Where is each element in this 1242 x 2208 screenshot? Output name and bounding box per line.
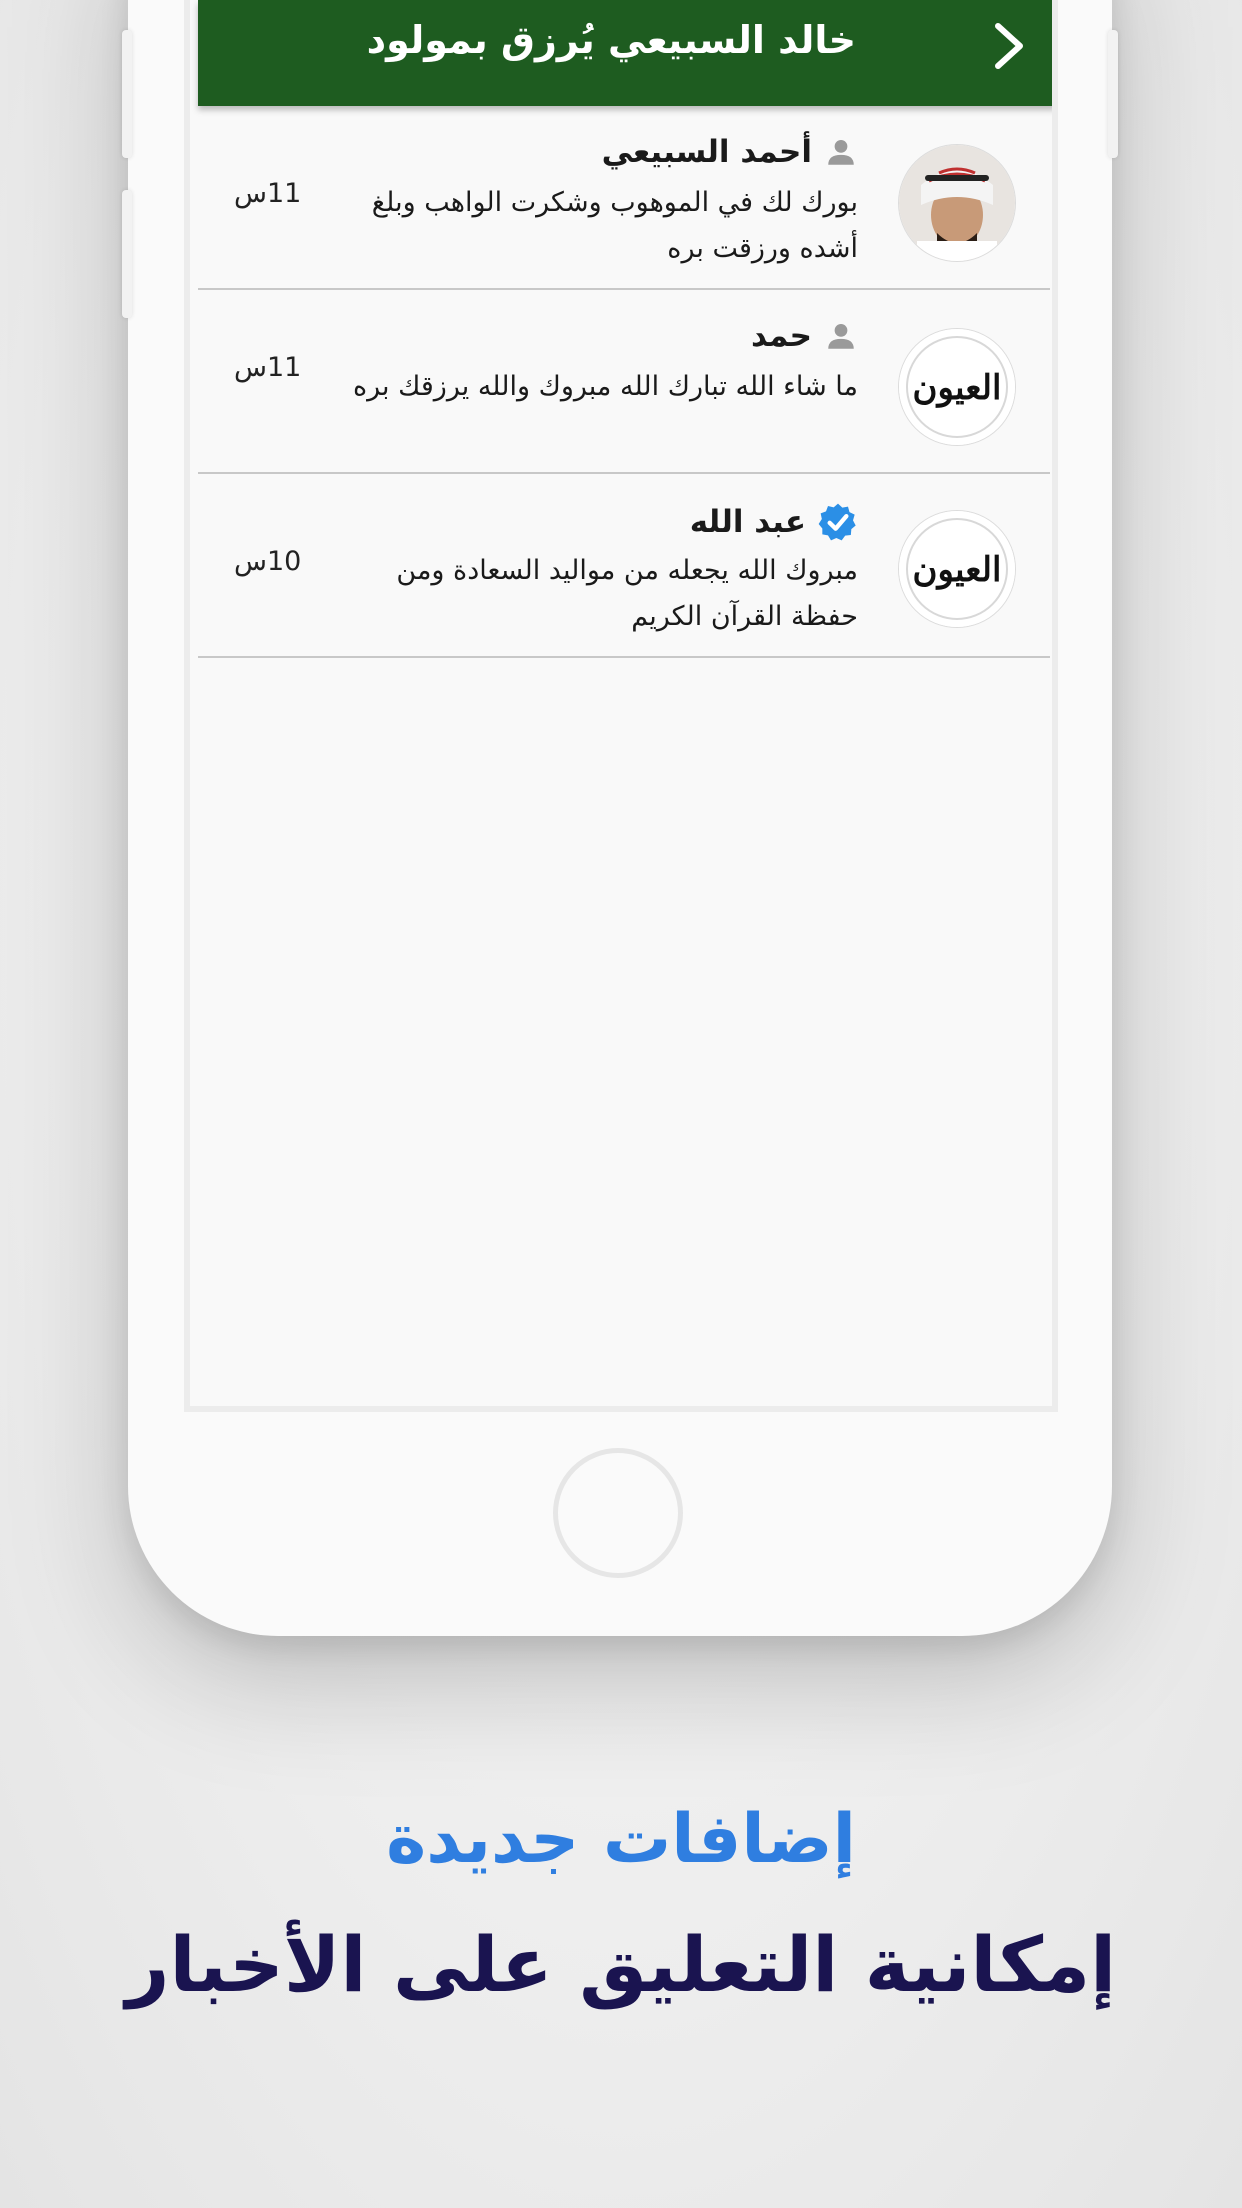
comment-time: 11س	[234, 178, 302, 209]
avatar[interactable]: العيون	[898, 328, 1016, 446]
comment-author[interactable]: عبد الله	[690, 504, 806, 540]
comment-text: بورك لك في الموهوب وشكرت الواهب وبلغ أشد…	[371, 187, 858, 264]
svg-text:العيون: العيون	[912, 550, 1001, 590]
avatar-logo: العيون	[899, 329, 1015, 445]
page-title: خالد السبيعي يُرزق بمولود	[366, 18, 856, 62]
person-icon	[828, 323, 854, 349]
comment-item[interactable]: العيون حمد ما شاء الله تبارك الله مبروك …	[198, 290, 1050, 474]
headline-caption: إضافات جديدة	[386, 1800, 856, 1879]
app-bar: خالد السبيعي يُرزق بمولود	[198, 0, 1052, 106]
comment-author[interactable]: حمد	[751, 318, 812, 354]
phone-side-button	[122, 30, 132, 158]
comment-time: 10س	[234, 546, 302, 577]
avatar-logo: العيون	[899, 511, 1015, 627]
subline-caption: إمكانية التعليق على الأخبار	[125, 1920, 1117, 2009]
person-icon	[828, 139, 854, 165]
avatar[interactable]: العيون	[898, 510, 1016, 628]
comment-author[interactable]: أحمد السبيعي	[602, 134, 812, 170]
avatar-photo	[899, 145, 1015, 261]
home-button[interactable]	[553, 1448, 683, 1578]
comment-text: ما شاء الله تبارك الله مبروك والله يرزقك…	[352, 371, 858, 402]
phone-screen: خالد السبيعي يُرزق بمولود أحمد السبيعي ب…	[184, 0, 1058, 1412]
comments-list: أحمد السبيعي بورك لك في الموهوب وشكرت ال…	[198, 106, 1050, 658]
comment-time: 11س	[234, 352, 302, 383]
comment-item[interactable]: العيون عبد الله مبروك الله يجعله من موال…	[198, 474, 1050, 658]
phone-side-button	[1108, 30, 1118, 158]
svg-text:العيون: العيون	[912, 368, 1001, 408]
avatar[interactable]	[898, 144, 1016, 262]
chevron-right-icon[interactable]	[988, 22, 1028, 70]
comment-item[interactable]: أحمد السبيعي بورك لك في الموهوب وشكرت ال…	[198, 106, 1050, 290]
verified-badge-icon	[818, 503, 856, 541]
phone-side-button	[122, 190, 132, 318]
comment-text: مبروك الله يجعله من مواليد السعادة ومن ح…	[396, 555, 858, 632]
